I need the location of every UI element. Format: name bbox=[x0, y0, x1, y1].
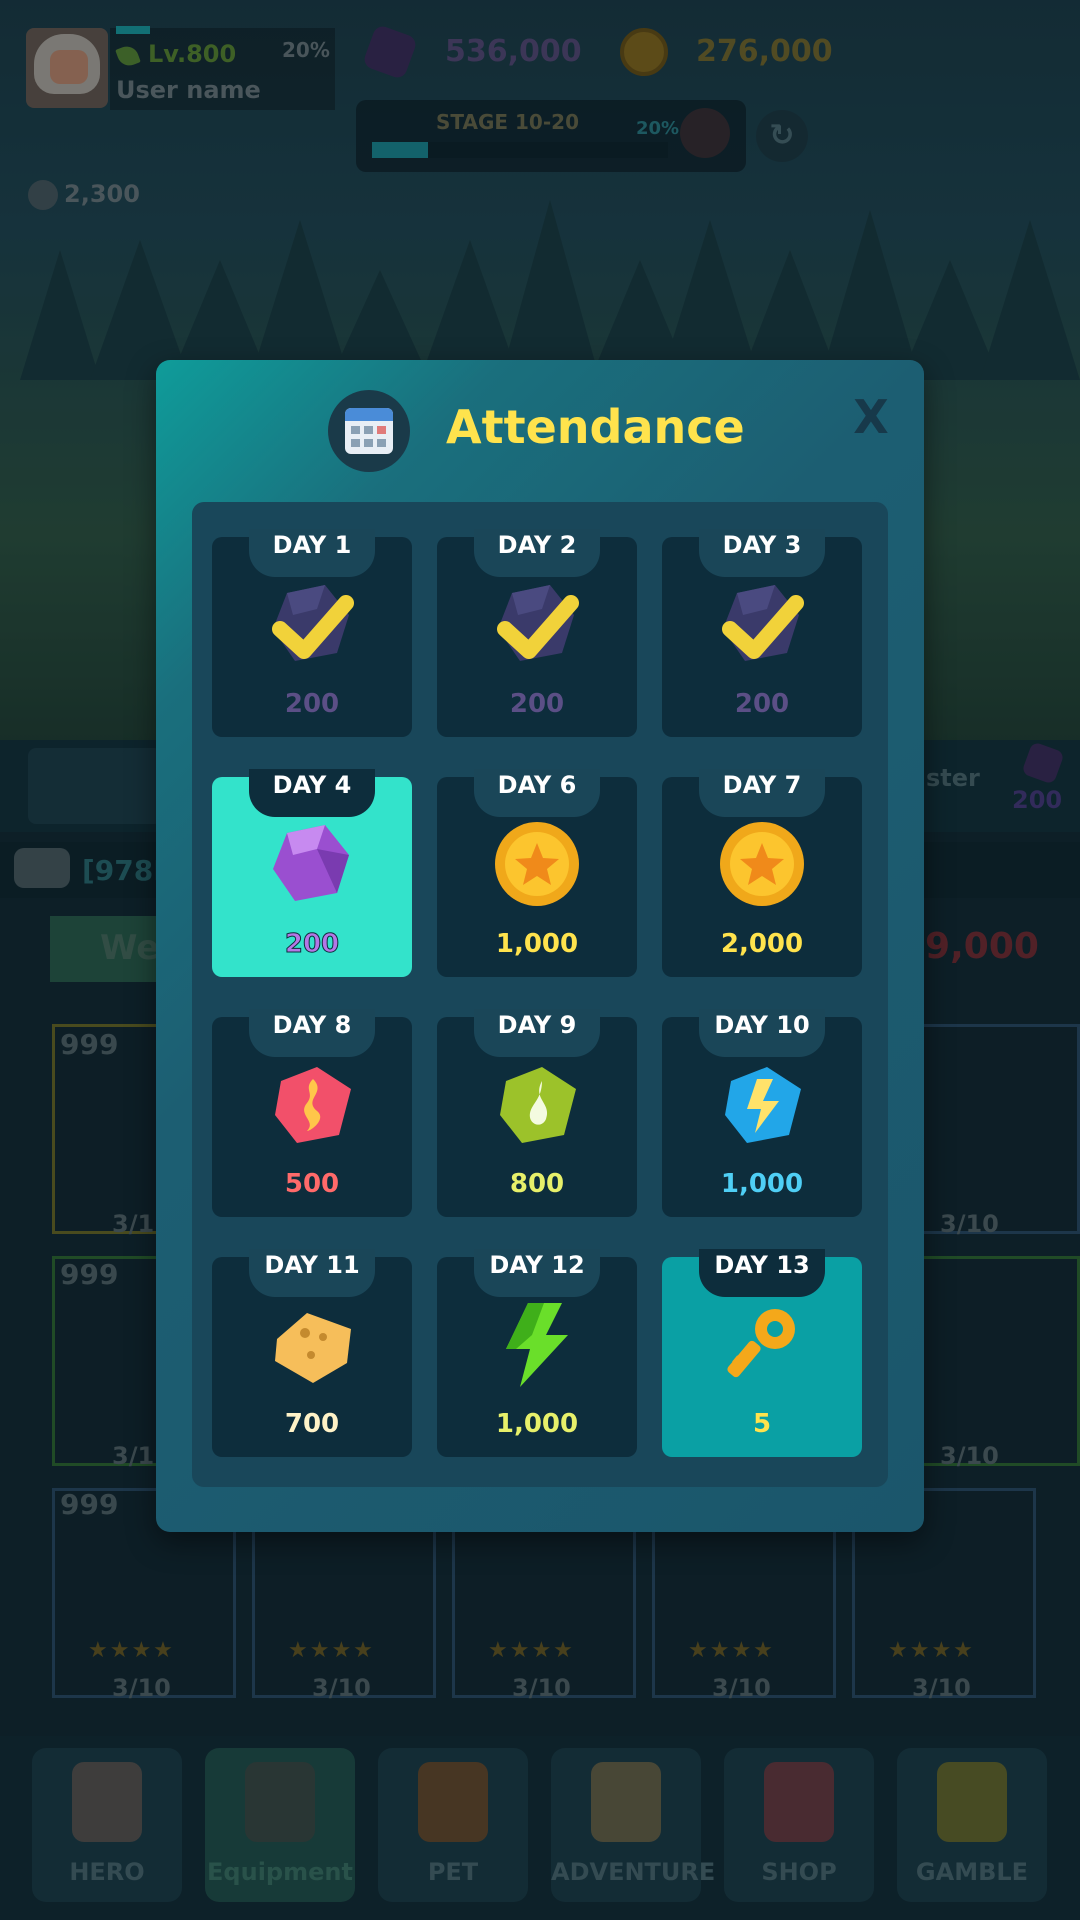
day-label: DAY 10 bbox=[714, 1011, 810, 1039]
day-label: DAY 1 bbox=[272, 531, 352, 559]
day-card-3[interactable]: DAY 3 200 bbox=[662, 529, 862, 737]
lightning-stone-icon bbox=[725, 1067, 801, 1143]
day-label: DAY 13 bbox=[714, 1251, 810, 1279]
day-label: DAY 9 bbox=[497, 1011, 577, 1039]
day-card-7[interactable]: DAY 7 2,000 bbox=[662, 769, 862, 977]
day-card-1[interactable]: DAY 1 200 bbox=[212, 529, 412, 737]
reward-amount: 2,000 bbox=[720, 929, 804, 959]
close-button[interactable]: X bbox=[846, 388, 896, 446]
check-icon bbox=[272, 595, 354, 659]
day-card-8[interactable]: DAY 8 500 bbox=[212, 1009, 412, 1217]
reward-amount: 200 bbox=[509, 689, 565, 719]
day-card-11[interactable]: DAY 11 700 bbox=[212, 1249, 412, 1457]
reward-amount: 700 bbox=[284, 1409, 340, 1439]
green-stone-icon bbox=[500, 1067, 576, 1143]
day-card-2[interactable]: DAY 2 200 bbox=[437, 529, 637, 737]
day-card-10[interactable]: DAY 10 1,000 bbox=[662, 1009, 862, 1217]
day-label: DAY 11 bbox=[264, 1251, 360, 1279]
fire-stone-icon bbox=[275, 1067, 351, 1143]
coin-icon bbox=[495, 822, 579, 906]
day-label: DAY 8 bbox=[272, 1011, 352, 1039]
reward-amount: 800 bbox=[509, 1169, 565, 1199]
check-icon bbox=[722, 595, 804, 659]
purple-gem-icon bbox=[273, 825, 349, 901]
day-label: DAY 4 bbox=[272, 771, 352, 799]
coin-icon bbox=[720, 822, 804, 906]
day-card-13[interactable]: DAY 13 5 bbox=[662, 1249, 862, 1457]
day-card-12[interactable]: DAY 12 1,000 bbox=[437, 1249, 637, 1457]
reward-amount: 5 bbox=[752, 1409, 772, 1439]
reward-amount: 1,000 bbox=[495, 1409, 579, 1439]
day-label: DAY 6 bbox=[497, 771, 577, 799]
day-label: DAY 12 bbox=[489, 1251, 585, 1279]
day-label: DAY 2 bbox=[497, 531, 577, 559]
day-card-6[interactable]: DAY 6 1,000 bbox=[437, 769, 637, 977]
reward-amount: 200 bbox=[284, 929, 340, 960]
reward-amount: 1,000 bbox=[720, 1169, 804, 1199]
check-icon bbox=[497, 595, 579, 659]
reward-amount: 1,000 bbox=[495, 929, 579, 959]
cheese-block-icon bbox=[275, 1313, 351, 1383]
lightning-bolt-icon bbox=[506, 1303, 568, 1387]
reward-amount: 200 bbox=[284, 689, 340, 719]
calendar-icon bbox=[345, 408, 393, 454]
modal-title: Attendance bbox=[446, 400, 745, 454]
reward-amount: 200 bbox=[734, 689, 790, 719]
day-card-9[interactable]: DAY 9 800 bbox=[437, 1009, 637, 1217]
day-label: DAY 7 bbox=[722, 771, 802, 799]
day-card-4[interactable]: DAY 4 200 bbox=[212, 769, 412, 977]
day-label: DAY 3 bbox=[722, 531, 802, 559]
key-icon bbox=[727, 1309, 795, 1378]
reward-amount: 500 bbox=[284, 1169, 340, 1199]
